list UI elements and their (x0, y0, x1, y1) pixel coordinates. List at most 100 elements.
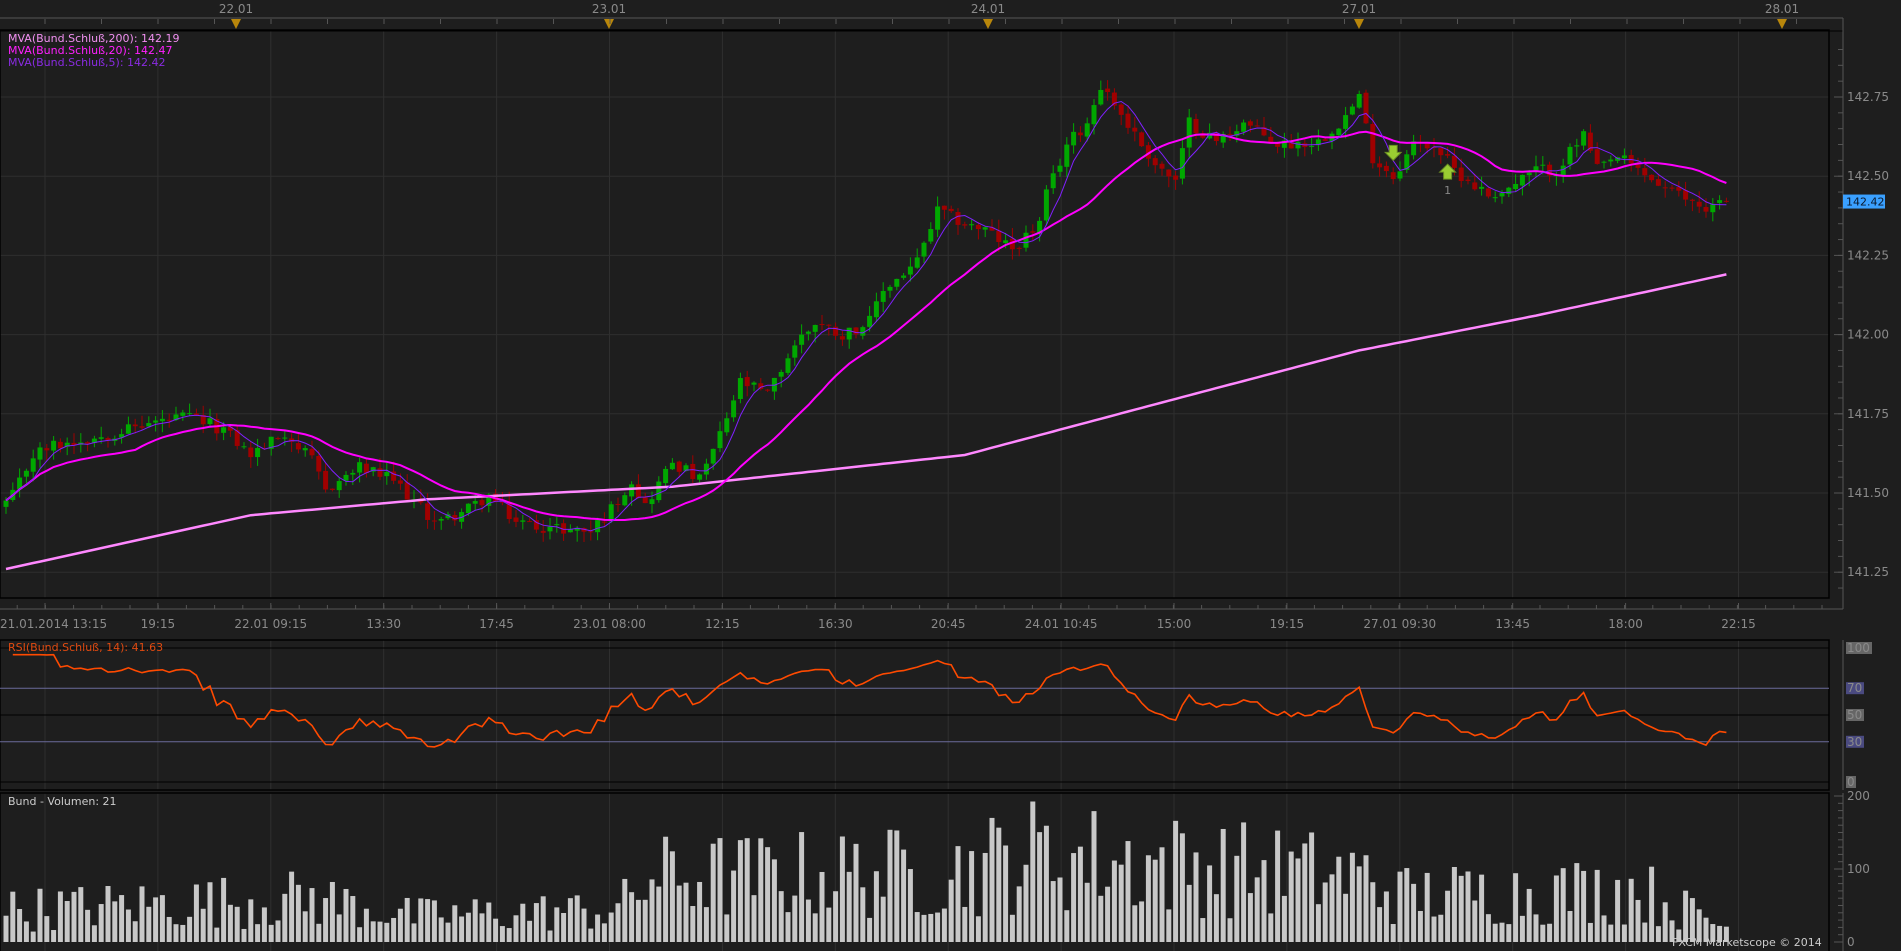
candle-down (1669, 187, 1675, 189)
volume-bar (112, 901, 118, 942)
candle-down (1689, 199, 1695, 201)
volume-bar (1383, 891, 1389, 942)
candle-down (295, 443, 301, 450)
volume-bar (642, 899, 648, 942)
volume-bar (880, 896, 886, 942)
volume-bar (1472, 900, 1478, 942)
candle-down (1370, 123, 1376, 164)
volume-bar (1370, 882, 1376, 942)
volume-bar (1349, 852, 1355, 942)
volume-bar (329, 881, 335, 942)
candle-up (1186, 117, 1192, 148)
candle-up (1064, 144, 1070, 167)
volume-bar (255, 924, 261, 942)
time-label: 17:45 (479, 617, 514, 631)
volume-bar (703, 907, 709, 942)
trading-chart[interactable]: 22.01 23.01 24.01 27.01 28.01 142.75 142.50 14… (0, 0, 1901, 951)
candle-down (1451, 155, 1457, 168)
time-label: 20:45 (931, 617, 966, 631)
volume-bar (1322, 882, 1328, 942)
time-label: 24.01 10:45 (1025, 617, 1098, 631)
candle-down (1390, 172, 1396, 180)
volume-bar (527, 920, 533, 942)
candle-down (690, 463, 696, 480)
candle-up (1710, 203, 1716, 213)
candle-down (826, 324, 832, 326)
volume-bar (1050, 881, 1056, 942)
volume-bar (676, 885, 682, 942)
volume-bar (1492, 923, 1498, 942)
volume-bar (1451, 867, 1457, 942)
volume-bar (778, 891, 784, 942)
volume-bar (1479, 874, 1485, 942)
candle-down (1655, 179, 1661, 186)
volume-bar (1234, 855, 1240, 942)
volume-bar (17, 908, 23, 942)
volume-bar (1540, 924, 1546, 942)
candle-down (329, 488, 335, 491)
volume-bar (894, 830, 900, 942)
volume-bar (1594, 869, 1600, 942)
volume-bar (873, 871, 879, 942)
volume-bar (227, 904, 233, 942)
time-label: 13:45 (1495, 617, 1530, 631)
candle-down (1227, 133, 1233, 135)
volume-bar (901, 849, 907, 942)
candle-up (969, 224, 975, 226)
candle-up (663, 468, 669, 484)
candle-down (479, 500, 485, 506)
candle-down (1132, 127, 1138, 132)
volume-bar (125, 909, 131, 942)
candle-up (1397, 171, 1403, 179)
volume-bar (1132, 905, 1138, 942)
volume-bar (336, 914, 342, 942)
candle-down (1193, 118, 1199, 134)
volume-bar (1261, 860, 1267, 942)
candle-down (588, 531, 594, 533)
candle-up (901, 275, 907, 278)
volume-bar (370, 921, 376, 942)
volume-bar (656, 886, 662, 942)
background (0, 0, 1901, 951)
volume-bar (1207, 865, 1213, 942)
rsi-tick-label: 100 (1847, 641, 1870, 655)
volume-bar (1071, 853, 1077, 942)
signal-label: 1 (1444, 184, 1451, 197)
candle-down (839, 336, 845, 340)
volume-bar (955, 846, 961, 942)
volume-bar (1268, 913, 1274, 942)
volume-bar (785, 912, 791, 942)
candle-up (1050, 173, 1056, 189)
top-date-label: 22.01 (219, 2, 253, 16)
volume-bar (1118, 864, 1124, 942)
volume-bar (513, 915, 519, 942)
candle-down (166, 419, 172, 421)
candle-up (778, 372, 784, 377)
volume-bar (316, 923, 322, 942)
candle-down (377, 468, 383, 477)
candle-down (316, 455, 322, 472)
volume-bar (1084, 882, 1090, 942)
volume-bar (969, 851, 975, 942)
volume-bar (23, 921, 29, 942)
volume-bar (1458, 875, 1464, 942)
candle-up (894, 278, 900, 287)
volume-bar (1438, 914, 1444, 942)
time-label: 18:00 (1608, 617, 1643, 631)
volume-bar (1587, 922, 1593, 942)
volume-bar (975, 916, 981, 942)
volume-bar (1581, 870, 1587, 942)
volume-bar (1213, 894, 1219, 942)
volume-bar (3, 915, 9, 942)
candle-up (656, 481, 662, 501)
volume-bar (601, 923, 607, 942)
time-label: 21.01.2014 13:15 (0, 617, 107, 631)
volume-bar (1309, 832, 1315, 942)
volume-bar (649, 879, 655, 942)
volume-bar (173, 924, 179, 942)
candle-down (1125, 113, 1131, 128)
candle-down (309, 448, 315, 456)
volume-bar (744, 838, 750, 942)
volume-bar (1315, 904, 1321, 942)
candle-down (1485, 188, 1491, 197)
